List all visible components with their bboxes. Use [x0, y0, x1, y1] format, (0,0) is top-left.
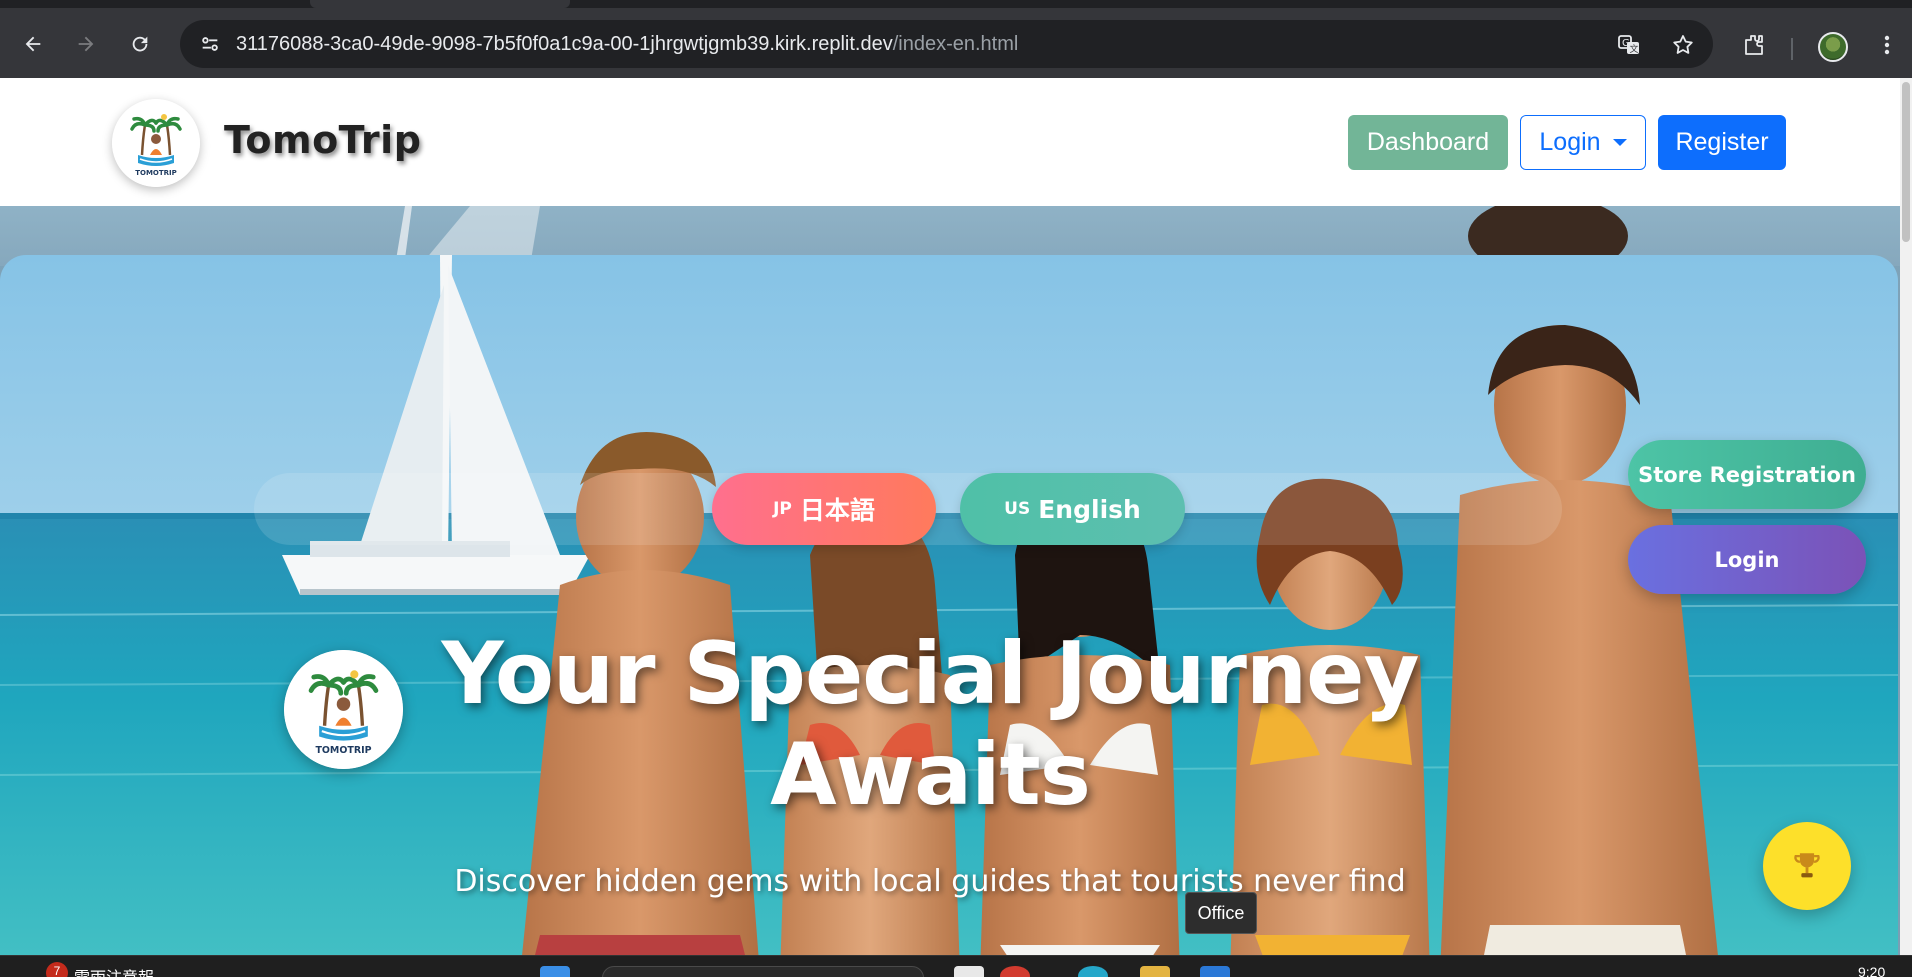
dashboard-label: Dashboard	[1366, 128, 1490, 156]
trophy-button[interactable]	[1763, 822, 1851, 910]
scrollbar-thumb[interactable]	[1902, 82, 1910, 242]
us-flag-icon: US	[1004, 499, 1031, 519]
folder-taskbar-icon[interactable]	[1140, 966, 1170, 977]
language-japanese-label: 日本語	[799, 496, 875, 525]
toolbar-separator	[1791, 38, 1793, 60]
hero-section	[0, 255, 1898, 955]
hero-logo-text: TOMOTRIP	[315, 745, 371, 756]
start-icon[interactable]	[540, 966, 570, 977]
site-header: TOMOTRIP TomoTrip Dashboard Login Regist…	[0, 78, 1900, 206]
browser-chrome: 31176088-3ca0-49de-9098-7b5f0f0a1c9a-00-…	[0, 0, 1912, 78]
url-text[interactable]: 31176088-3ca0-49de-9098-7b5f0f0a1c9a-00-…	[236, 33, 1018, 56]
translate-icon[interactable]: G文	[1616, 32, 1642, 58]
office-tooltip: Office	[1185, 892, 1257, 934]
weather-widget-text[interactable]: 雷雨注意報	[74, 964, 154, 977]
back-arrow-icon[interactable]	[17, 28, 49, 60]
hero-title-line1: Your Special Journey	[441, 624, 1419, 724]
brand-name[interactable]: TomoTrip	[224, 118, 421, 162]
trophy-icon	[1794, 853, 1820, 878]
page-scrollbar[interactable]	[1900, 78, 1912, 955]
svg-text:文: 文	[1630, 43, 1639, 55]
forward-arrow-icon[interactable]	[70, 28, 102, 60]
jp-flag-icon: JP	[773, 499, 792, 519]
tab-strip	[0, 0, 1912, 8]
brand-logo[interactable]: TOMOTRIP	[112, 99, 200, 187]
weather-alert-badge[interactable]: 7	[46, 962, 68, 977]
store-registration-button[interactable]: Store Registration	[1628, 440, 1866, 509]
side-login-button[interactable]: Login	[1628, 525, 1866, 594]
file-explorer-icon[interactable]	[954, 966, 984, 977]
hero-title-line2: Awaits	[770, 725, 1091, 825]
brand-logo-text: TOMOTRIP	[135, 169, 177, 177]
language-japanese-button[interactable]: JP 日本語	[712, 473, 936, 545]
caret-down-icon	[1612, 139, 1627, 146]
bookmark-star-icon[interactable]	[1670, 32, 1696, 58]
chrome-taskbar-icon[interactable]	[1000, 966, 1030, 977]
active-tab[interactable]	[310, 0, 570, 8]
browser-toolbar: 31176088-3ca0-49de-9098-7b5f0f0a1c9a-00-…	[0, 8, 1912, 78]
store-registration-label: Store Registration	[1638, 462, 1856, 487]
hero-beach-image	[0, 255, 1898, 955]
hero-logo: TOMOTRIP	[284, 650, 403, 769]
office-taskbar-icon[interactable]	[1200, 966, 1230, 977]
taskbar-search[interactable]	[602, 966, 924, 977]
hero-subtitle: Discover hidden gems with local guides t…	[454, 864, 1406, 899]
dashboard-button[interactable]: Dashboard	[1348, 115, 1508, 170]
side-login-label: Login	[1714, 547, 1780, 572]
extensions-icon[interactable]	[1737, 28, 1771, 62]
url-path: /index-en.html	[892, 33, 1019, 55]
hero-title: Your Special Journey Awaits	[430, 624, 1430, 826]
reload-icon[interactable]	[124, 28, 156, 60]
edge-taskbar-icon[interactable]	[1078, 966, 1108, 977]
profile-avatar[interactable]	[1818, 32, 1848, 62]
login-dropdown-button[interactable]: Login	[1520, 115, 1646, 170]
language-english-button[interactable]: US English	[960, 473, 1185, 545]
register-label: Register	[1675, 128, 1769, 156]
site-info-icon[interactable]	[194, 29, 226, 59]
chrome-menu-icon[interactable]	[1870, 28, 1904, 62]
os-taskbar: 7 雷雨注意報 9:20	[0, 955, 1912, 977]
web-page: TOMOTRIP TomoTrip Dashboard Login Regist…	[0, 78, 1900, 955]
taskbar-clock[interactable]: 9:20	[1858, 964, 1885, 977]
url-host: 31176088-3ca0-49de-9098-7b5f0f0a1c9a-00-…	[236, 33, 893, 55]
address-bar[interactable]: 31176088-3ca0-49de-9098-7b5f0f0a1c9a-00-…	[180, 20, 1713, 68]
register-button[interactable]: Register	[1658, 115, 1786, 170]
login-label: Login	[1539, 128, 1601, 156]
language-english-label: English	[1038, 494, 1141, 524]
